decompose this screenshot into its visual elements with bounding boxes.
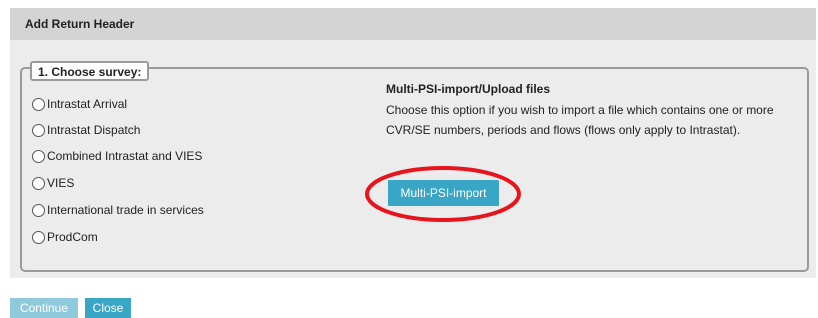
radio-button[interactable] (32, 203, 45, 217)
radio-label: Intrastat Arrival (47, 97, 128, 111)
radio-button[interactable] (32, 149, 45, 163)
radio-international-trade-services[interactable]: International trade in services (32, 202, 204, 218)
survey-fieldset (20, 67, 809, 272)
radio-button[interactable] (32, 176, 45, 190)
radio-label: International trade in services (47, 203, 204, 217)
survey-legend: 1. Choose survey: (30, 61, 150, 81)
radio-label: Combined Intrastat and VIES (47, 149, 203, 163)
close-button[interactable]: Close (85, 298, 131, 318)
radio-intrastat-dispatch[interactable]: Intrastat Dispatch (32, 122, 140, 138)
continue-button[interactable]: Continue (10, 298, 78, 318)
multi-psi-import-button[interactable]: Multi-PSI-import (388, 180, 499, 206)
dialog-title: Add Return Header (10, 8, 816, 40)
radio-button[interactable] (32, 230, 45, 244)
radio-prodcom[interactable]: ProdCom (32, 229, 98, 245)
multi-psi-title: Multi-PSI-import/Upload files (386, 82, 550, 96)
radio-label: ProdCom (47, 230, 98, 244)
radio-button[interactable] (32, 97, 45, 111)
add-return-header-dialog: Add Return Header (10, 8, 816, 278)
radio-button[interactable] (32, 123, 45, 137)
radio-label: VIES (47, 176, 75, 190)
radio-vies[interactable]: VIES (32, 175, 74, 191)
radio-label: Intrastat Dispatch (47, 123, 141, 137)
radio-intrastat-arrival[interactable]: Intrastat Arrival (32, 96, 127, 112)
radio-combined-intrastat-vies[interactable]: Combined Intrastat and VIES (32, 148, 202, 164)
multi-psi-description: Choose this option if you wish to import… (386, 103, 774, 137)
